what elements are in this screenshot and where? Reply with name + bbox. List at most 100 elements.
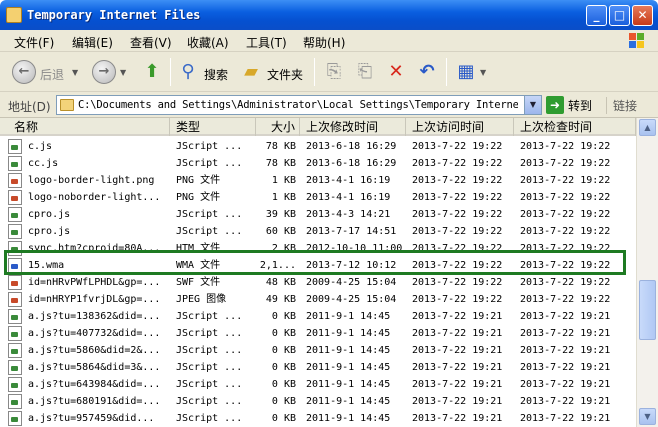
- address-path[interactable]: C:\Documents and Settings\Administrator\…: [78, 99, 518, 111]
- views-dropdown-icon[interactable]: ▼: [480, 68, 486, 77]
- delete-icon[interactable]: ✕: [385, 61, 407, 83]
- vertical-scrollbar[interactable]: ▲ ▼: [636, 118, 658, 427]
- file-type: PNG 文件: [176, 192, 221, 203]
- forward-dropdown-icon[interactable]: ▼: [120, 68, 126, 77]
- undo-icon[interactable]: ↶: [416, 61, 438, 83]
- maximize-button[interactable]: □: [609, 5, 630, 26]
- table-row[interactable]: c.js JScript ... 78 KB 2013-6-18 16:29 2013-…: [0, 138, 636, 155]
- close-button[interactable]: ✕: [632, 5, 653, 26]
- table-row[interactable]: a.js?tu=643984&did=... JScript ... 0 KB 201…: [0, 376, 636, 393]
- folder-icon: [60, 99, 74, 111]
- file-checked: 2013-7-22 19:21: [520, 413, 611, 424]
- file-name: id=nHRYP1fvrjDL&gp=...: [28, 294, 161, 305]
- table-row[interactable]: a.js?tu=680191&did=... JScript ... 0 KB 201…: [0, 393, 636, 410]
- file-accessed: 2013-7-22 19:22: [412, 226, 503, 237]
- table-row[interactable]: logo-border-light.png PNG 文件 1 KB 2013-4-1 …: [0, 172, 636, 189]
- folders-button[interactable]: 文件夹: [267, 66, 303, 83]
- links-button[interactable]: 链接: [606, 97, 637, 114]
- file-accessed: 2013-7-22 19:22: [412, 175, 503, 186]
- table-row[interactable]: id=nHRYP1fvrjDL&gp=... JPEG 图像 49 KB 2009-4…: [0, 291, 636, 308]
- script-file-icon: [8, 156, 22, 171]
- table-row[interactable]: cpro.js JScript ... 39 KB 2013-4-3 14:21 201…: [0, 206, 636, 223]
- menu-view[interactable]: 查看(V): [130, 34, 172, 51]
- file-type: JScript ...: [176, 158, 243, 169]
- table-row[interactable]: a.js?tu=407732&did=... JScript ... 0 KB 201…: [0, 325, 636, 342]
- file-checked: 2013-7-22 19:22: [520, 226, 611, 237]
- forward-arrow-icon[interactable]: →: [92, 60, 116, 84]
- go-arrow-icon[interactable]: ➜: [546, 96, 564, 114]
- file-checked: 2013-7-22 19:22: [520, 141, 611, 152]
- column-name[interactable]: 名称: [0, 118, 170, 136]
- views-icon[interactable]: ▦: [455, 61, 477, 83]
- table-row[interactable]: a.js?tu=5860&did=2&... JScript ... 0 KB 201…: [0, 342, 636, 359]
- highlight-box: [4, 250, 626, 275]
- menu-favorites[interactable]: 收藏(A): [187, 34, 229, 51]
- search-button[interactable]: 搜索: [204, 66, 228, 83]
- column-modified[interactable]: 上次修改时间: [300, 118, 406, 136]
- file-size: 48 KB: [265, 277, 296, 288]
- file-type: JScript ...: [176, 362, 243, 373]
- file-accessed: 2013-7-22 19:22: [412, 209, 503, 220]
- scroll-up-icon[interactable]: ▲: [639, 119, 656, 136]
- minimize-button[interactable]: _: [586, 5, 607, 26]
- file-name: a.js?tu=957459&did...: [28, 413, 155, 424]
- file-modified: 2013-7-17 14:51: [306, 226, 397, 237]
- file-size: 78 KB: [265, 141, 296, 152]
- column-checked[interactable]: 上次检查时间: [514, 118, 636, 136]
- folders-icon[interactable]: ▰: [240, 61, 262, 83]
- toolbar-separator: [314, 58, 315, 86]
- scroll-down-icon[interactable]: ▼: [639, 408, 656, 425]
- column-size[interactable]: 大小: [256, 118, 300, 136]
- file-size: 1 KB: [271, 192, 296, 203]
- file-modified: 2011-9-1 14:45: [306, 379, 391, 390]
- back-arrow-icon[interactable]: ←: [12, 60, 36, 84]
- menu-tools[interactable]: 工具(T): [246, 34, 287, 51]
- file-accessed: 2013-7-22 19:21: [412, 311, 503, 322]
- column-type[interactable]: 类型: [170, 118, 256, 136]
- image-file-icon: [8, 190, 22, 205]
- back-button[interactable]: 后退: [40, 66, 64, 83]
- file-size: 78 KB: [265, 158, 296, 169]
- menu-help[interactable]: 帮助(H): [303, 34, 345, 51]
- file-type: JScript ...: [176, 328, 243, 339]
- file-modified: 2011-9-1 14:45: [306, 396, 391, 407]
- script-file-icon: [8, 207, 22, 222]
- file-type: JScript ...: [176, 413, 243, 424]
- file-size: 0 KB: [271, 328, 296, 339]
- address-dropdown-icon[interactable]: ▼: [524, 96, 541, 114]
- move-to-icon[interactable]: ⎘: [323, 61, 345, 83]
- address-input[interactable]: C:\Documents and Settings\Administrator\…: [56, 95, 542, 115]
- table-row[interactable]: a.js?tu=138362&did=... JScript ... 0 KB 201…: [0, 308, 636, 325]
- file-checked: 2013-7-22 19:22: [520, 158, 611, 169]
- file-accessed: 2013-7-22 19:22: [412, 141, 503, 152]
- file-list[interactable]: 名称 类型 大小 上次修改时间 上次访问时间 上次检查时间 c.js JScrip…: [0, 118, 658, 427]
- go-button[interactable]: 转到: [568, 97, 592, 114]
- file-modified: 2013-4-1 16:19: [306, 192, 391, 203]
- menu-edit[interactable]: 编辑(E): [72, 34, 113, 51]
- toolbar: ← 后退 ▼ → ▼ ⬆ ⚲ 搜索 ▰ 文件夹 ⎘ ⎗ ✕ ↶ ▦ ▼: [0, 52, 658, 92]
- script-file-icon: [8, 377, 22, 392]
- menu-file[interactable]: 文件(F): [14, 34, 54, 51]
- up-folder-icon[interactable]: ⬆: [141, 61, 163, 83]
- file-checked: 2013-7-22 19:22: [520, 192, 611, 203]
- copy-to-icon[interactable]: ⎗: [354, 61, 376, 83]
- table-row[interactable]: a.js?tu=5864&did=3&... JScript ... 0 KB 201…: [0, 359, 636, 376]
- file-type: JPEG 图像: [176, 294, 227, 305]
- file-name: a.js?tu=138362&did=...: [28, 311, 161, 322]
- table-row[interactable]: cpro.js JScript ... 60 KB 2013-7-17 14:51 20…: [0, 223, 636, 240]
- scroll-thumb[interactable]: [639, 280, 656, 340]
- back-dropdown-icon[interactable]: ▼: [72, 68, 78, 77]
- column-accessed[interactable]: 上次访问时间: [406, 118, 514, 136]
- file-size: 49 KB: [265, 294, 296, 305]
- table-row[interactable]: cc.js JScript ... 78 KB 2013-6-18 16:29 2013…: [0, 155, 636, 172]
- file-modified: 2011-9-1 14:45: [306, 345, 391, 356]
- file-name: id=nHRvPWfLPHDL&gp=...: [28, 277, 161, 288]
- search-icon[interactable]: ⚲: [177, 61, 199, 83]
- window-title: Temporary Internet Files: [27, 8, 201, 22]
- table-row[interactable]: id=nHRvPWfLPHDL&gp=... SWF 文件 48 KB 2009-4-…: [0, 274, 636, 291]
- file-name: cc.js: [28, 158, 59, 169]
- title-bar[interactable]: Temporary Internet Files _ □ ✕: [0, 0, 658, 30]
- image-file-icon: [8, 292, 22, 307]
- table-row[interactable]: logo-noborder-light... PNG 文件 1 KB 2013-4-1…: [0, 189, 636, 206]
- table-row[interactable]: a.js?tu=957459&did... JScript ... 0 KB 2011…: [0, 410, 636, 427]
